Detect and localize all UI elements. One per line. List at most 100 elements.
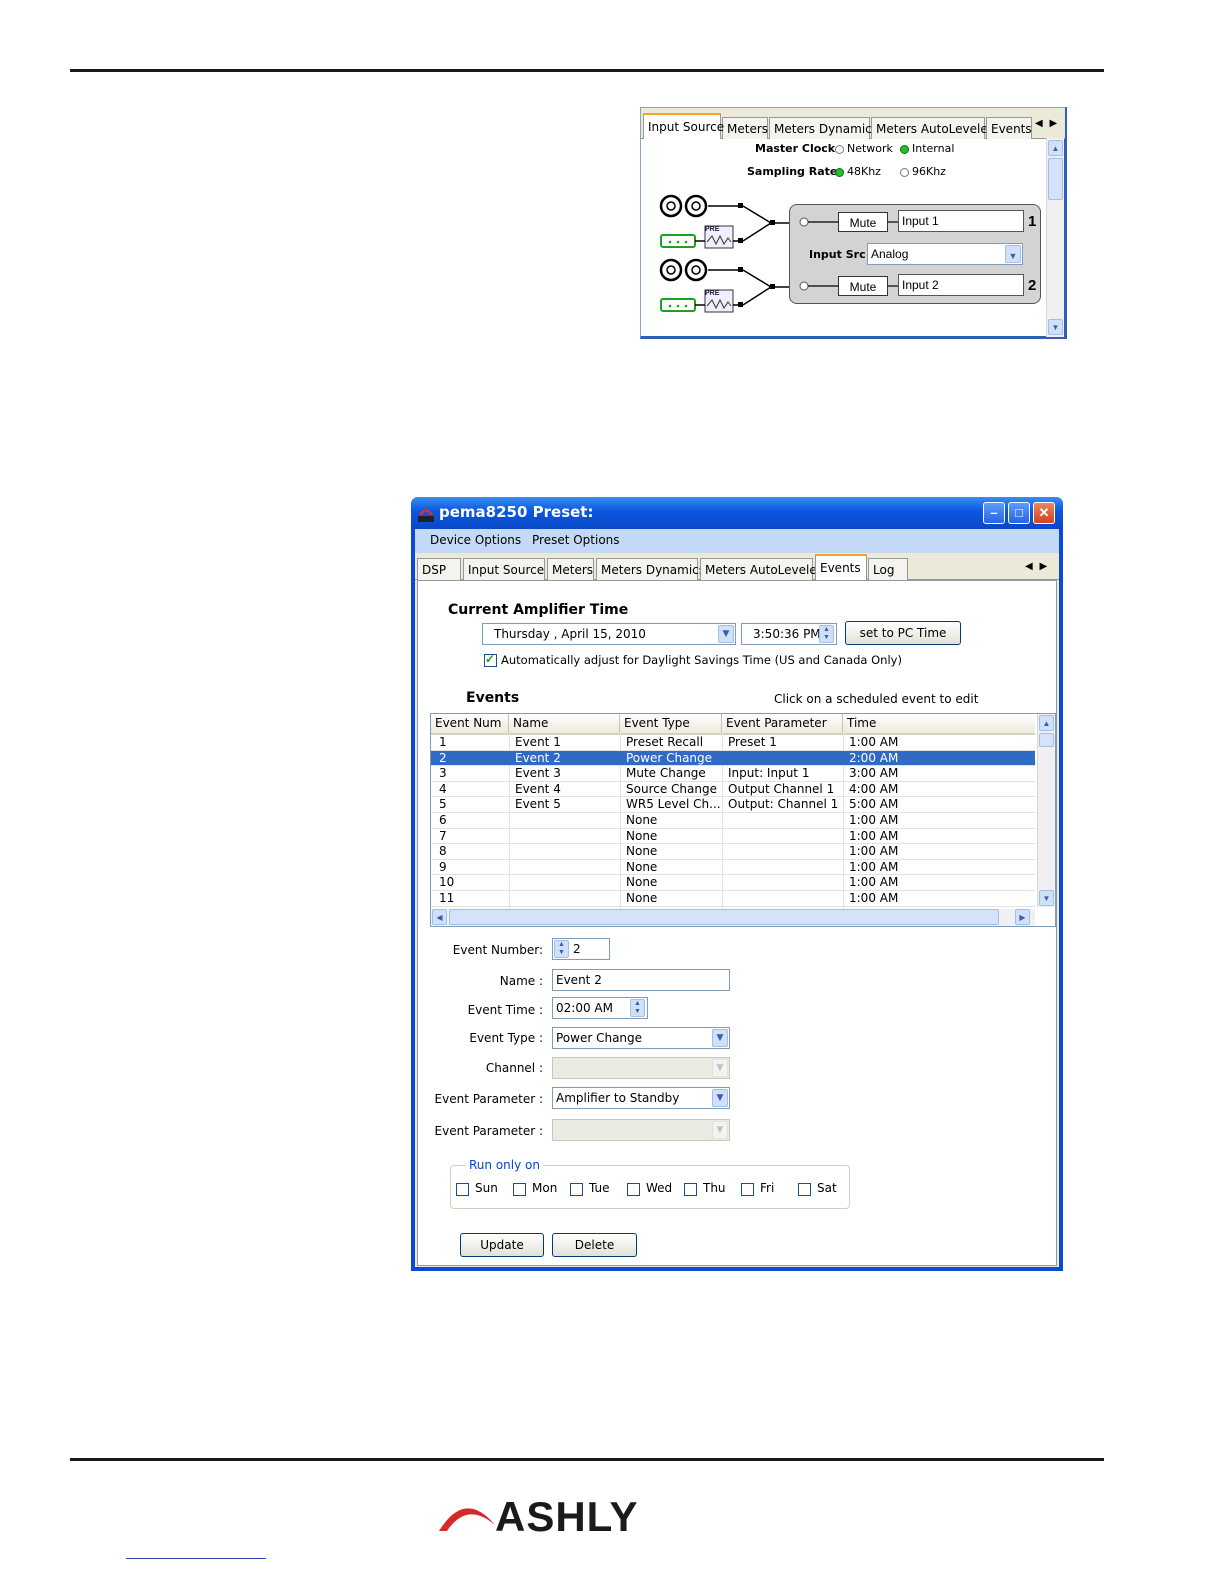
scroll-up-icon[interactable]: ▲ <box>1048 140 1063 156</box>
sampling-rate-96-option[interactable]: 96Khz <box>900 165 946 178</box>
event-parameter-1-select[interactable]: Amplifier to Standby ▼ <box>552 1087 730 1109</box>
input-src-select[interactable]: Analog ▼ <box>867 243 1023 265</box>
main-tab-bar: DSP Input Source Meters Meters Dynamics … <box>415 553 1059 580</box>
scroll-right-icon[interactable]: ▶ <box>1015 909 1030 925</box>
scroll-thumb[interactable] <box>1039 733 1054 747</box>
tab-dsp[interactable]: DSP <box>417 558 461 580</box>
window-title: pema8250 Preset: <box>439 503 594 521</box>
tab-meters-autoleveler[interactable]: Meters AutoLeveler <box>700 558 822 580</box>
table-row[interactable]: 3 Event 3 Mute Change Input: Input 1 3:00 AM <box>431 766 1035 782</box>
day-checkbox-fri[interactable] <box>741 1183 754 1196</box>
table-row[interactable]: 10 None 1:00 AM <box>431 875 1035 891</box>
radio-network-icon <box>835 144 844 154</box>
event-number-spinner-icon[interactable]: ▲ ▼ <box>554 940 569 958</box>
table-row[interactable]: 4 Event 4 Source Change Output Channel 1 4:0… <box>431 782 1035 798</box>
day-checkbox-sat[interactable] <box>798 1183 811 1196</box>
close-icon[interactable]: ✕ <box>1033 502 1055 524</box>
events-list[interactable]: Event Num Name Event Type Event Paramete… <box>430 713 1056 927</box>
chevron-down-icon[interactable]: ▼ <box>712 1029 728 1047</box>
table-row[interactable]: 6 None 1:00 AM <box>431 813 1035 829</box>
sampling-rate-48-option[interactable]: 48Khz <box>835 165 881 178</box>
minimize-icon[interactable]: – <box>983 502 1005 524</box>
day-checkbox-wed[interactable] <box>627 1183 640 1196</box>
panel-vertical-scrollbar[interactable]: ▲ ▼ <box>1046 138 1064 337</box>
tab-meters-autoleveler[interactable]: Meters AutoLeveler <box>871 117 993 139</box>
menu-preset-options[interactable]: Preset Options <box>532 533 620 547</box>
scroll-down-icon[interactable]: ▼ <box>1039 890 1054 906</box>
table-row[interactable]: 1 Event 1 Preset Recall Preset 1 1:00 AM <box>431 735 1035 751</box>
col-event-type[interactable]: Event Type <box>620 714 722 733</box>
table-cell: 7 <box>439 828 447 843</box>
tab-events[interactable]: Events <box>986 117 1032 139</box>
table-cell: 4:00 AM <box>849 781 899 796</box>
scroll-left-icon[interactable]: ◀ <box>432 909 447 925</box>
tab-input-source[interactable]: Input Source <box>463 558 545 580</box>
table-row[interactable]: 7 None 1:00 AM <box>431 829 1035 845</box>
table-cell: Power Change <box>626 750 713 765</box>
day-checkbox-tue[interactable] <box>570 1183 583 1196</box>
delete-button[interactable]: Delete <box>552 1233 637 1257</box>
table-cell: 8 <box>439 844 447 859</box>
col-name[interactable]: Name <box>509 714 620 733</box>
day-label-mon: Mon <box>532 1181 558 1195</box>
menu-device-options[interactable]: Device Options <box>430 533 521 547</box>
list-horizontal-scrollbar[interactable]: ◀ ▶ <box>431 909 1035 926</box>
tab-meters-dynamics[interactable]: Meters Dynamics <box>596 558 705 580</box>
update-button[interactable]: Update <box>460 1233 544 1257</box>
title-bar[interactable]: pema8250 Preset: – □ ✕ <box>411 497 1063 529</box>
run-only-on-legend: Run only on <box>466 1158 543 1172</box>
input-1-name-field[interactable]: Input 1 <box>898 210 1024 232</box>
channel-label: Channel : <box>485 1061 543 1075</box>
table-row[interactable]: 9 None 1:00 AM <box>431 860 1035 876</box>
time-spinner-icon[interactable]: ▲ ▼ <box>819 625 834 643</box>
day-checkbox-mon[interactable] <box>513 1183 526 1196</box>
chevron-down-icon[interactable]: ▼ <box>718 625 734 643</box>
master-clock-network-option[interactable]: Network <box>835 142 893 155</box>
dst-checkbox[interactable] <box>484 652 497 667</box>
table-row[interactable]: 2 Event 2 Power Change 2:00 AM <box>431 750 1035 767</box>
tab-meters[interactable]: Meters <box>722 117 768 139</box>
list-header: Event Num Name Event Type Event Paramete… <box>431 714 1035 735</box>
table-row[interactable]: 11 None 1:00 AM <box>431 891 1035 907</box>
tab-meters[interactable]: Meters <box>547 558 594 580</box>
tab-log[interactable]: Log <box>868 558 908 580</box>
scroll-up-icon[interactable]: ▲ <box>1039 715 1054 731</box>
mute-button-1[interactable]: Mute <box>838 212 888 232</box>
tab-input-source[interactable]: Input Source <box>643 113 724 139</box>
date-picker[interactable]: Thursday , April 15, 2010 ▼ <box>482 623 736 645</box>
input-2-name-field[interactable]: Input 2 <box>898 274 1024 296</box>
col-time[interactable]: Time <box>843 714 1035 733</box>
tab-scroll-arrows-icon[interactable]: ◀ ▶ <box>1025 561 1049 572</box>
scroll-down-icon[interactable]: ▼ <box>1048 319 1063 335</box>
chevron-down-icon[interactable]: ▼ <box>712 1089 728 1107</box>
set-pc-time-button[interactable]: set to PC Time <box>845 621 961 645</box>
event-type-select[interactable]: Power Change ▼ <box>552 1027 730 1049</box>
table-row[interactable]: 5 Event 5 WR5 Level Ch... Output: Channel 1… <box>431 797 1035 813</box>
table-row[interactable]: 8 None 1:00 AM <box>431 844 1035 860</box>
table-cell: Event 5 <box>515 797 561 812</box>
mute-button-2[interactable]: Mute <box>838 276 888 296</box>
channel-number-2: 2 <box>1028 277 1037 294</box>
name-field[interactable]: Event 2 <box>552 969 730 991</box>
brand-wordmark: ASHLY <box>495 1493 639 1540</box>
table-cell: 6 <box>439 813 447 827</box>
scroll-thumb[interactable] <box>1048 158 1063 200</box>
day-label-wed: Wed <box>646 1181 673 1195</box>
top-rule <box>70 69 1104 72</box>
table-cell: WR5 Level Ch... <box>626 797 720 812</box>
tab-meters-dynamics[interactable]: Meters Dynamics <box>769 117 878 139</box>
maximize-icon[interactable]: □ <box>1008 502 1030 524</box>
day-checkbox-sun[interactable] <box>456 1183 469 1196</box>
col-event-parameter[interactable]: Event Parameter <box>722 714 843 733</box>
col-event-num[interactable]: Event Num <box>431 714 509 733</box>
event-time-spinner-icon[interactable]: ▲ ▼ <box>630 999 645 1017</box>
phoenix-connector-1-icon <box>660 234 696 248</box>
hscroll-thumb[interactable] <box>449 909 999 925</box>
master-clock-internal-option[interactable]: Internal <box>900 142 954 155</box>
day-checkbox-thu[interactable] <box>684 1183 697 1196</box>
list-vertical-scrollbar[interactable]: ▲ ▼ <box>1037 714 1055 907</box>
tab-scroll-arrows-icon[interactable]: ◀ ▶ <box>1035 118 1059 129</box>
chevron-down-icon[interactable]: ▼ <box>1005 245 1021 263</box>
table-cell: 1:00 AM <box>849 875 899 890</box>
tab-events[interactable]: Events <box>815 554 867 580</box>
